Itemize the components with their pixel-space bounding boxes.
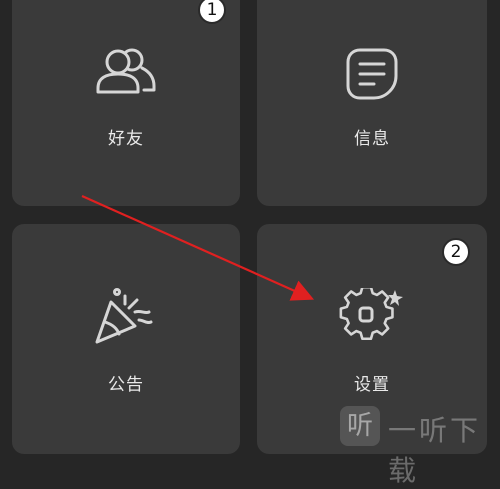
red-arrow-annotation	[81, 194, 315, 301]
watermark-logo: 听	[340, 406, 380, 446]
watermark: 听 一听下载	[338, 404, 498, 487]
watermark-text: 一听下载	[388, 414, 482, 487]
